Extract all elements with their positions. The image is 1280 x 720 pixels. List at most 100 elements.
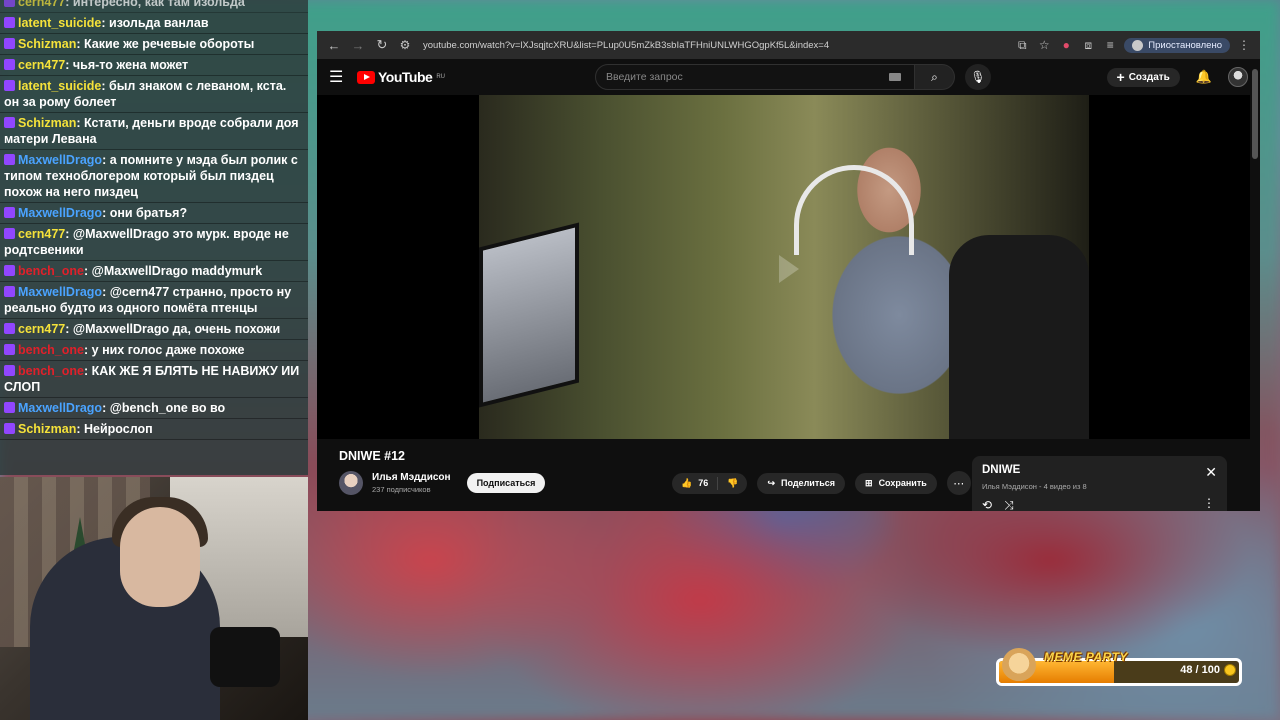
video-player[interactable] bbox=[317, 95, 1250, 439]
channel-name[interactable]: Илья Мэддисон bbox=[372, 472, 451, 483]
chat-separator: : bbox=[84, 264, 92, 278]
like-button[interactable]: 👍 76 bbox=[672, 473, 717, 494]
chat-separator: : bbox=[102, 206, 110, 220]
chat-message: Schizman: Кстати, деньги вроде собрали д… bbox=[0, 113, 308, 150]
more-icon[interactable]: ⋯ bbox=[946, 471, 971, 495]
forward-icon[interactable]: → bbox=[349, 38, 367, 53]
chat-separator: : bbox=[65, 0, 73, 9]
chat-username[interactable]: cern477 bbox=[18, 58, 65, 72]
video-frame[interactable] bbox=[479, 95, 1089, 439]
playlist-panel: DNIWE Илья Мэддисон - 4 видео из 8 ✕ ⟲ ⤨… bbox=[972, 456, 1227, 511]
chat-text: Какие же речевые обороты bbox=[84, 37, 255, 51]
chat-text: у них голос даже похоже bbox=[91, 343, 245, 357]
playlist-meta: Илья Мэддисон - 4 видео из 8 bbox=[982, 482, 1087, 491]
search-input[interactable] bbox=[594, 64, 915, 90]
install-icon[interactable]: ⧉ bbox=[1014, 38, 1030, 53]
chat-separator: : bbox=[84, 364, 92, 378]
chat-text: @MaxwellDrago maddymurk bbox=[91, 264, 263, 278]
keyboard-icon[interactable] bbox=[888, 73, 901, 81]
site-info-icon[interactable]: ⚙ bbox=[397, 38, 413, 52]
chat-text: чья-то жена может bbox=[72, 58, 189, 72]
chat-text: они братья? bbox=[109, 206, 188, 220]
menu-icon[interactable]: ☰ bbox=[329, 67, 351, 87]
chat-username[interactable]: cern477 bbox=[18, 322, 65, 336]
chat-username[interactable]: latent_suicide bbox=[18, 79, 101, 93]
chat-separator: : bbox=[65, 322, 73, 336]
twitch-badge-icon bbox=[4, 154, 15, 165]
chat-username[interactable]: MaxwellDrago bbox=[18, 153, 102, 167]
star-icon[interactable]: ☆ bbox=[1036, 38, 1052, 52]
dislike-button[interactable]: 👎 bbox=[718, 473, 747, 494]
playlist-title[interactable]: DNIWE bbox=[982, 464, 1217, 476]
twitch-badge-icon bbox=[4, 17, 15, 28]
twitch-badge-icon bbox=[4, 207, 15, 218]
chat-text: Нейрослоп bbox=[84, 422, 153, 436]
chat-message: latent_suicide: был знаком с леваном, кс… bbox=[0, 76, 308, 113]
chat-username[interactable]: MaxwellDrago bbox=[18, 285, 102, 299]
search-button[interactable]: ⌕ bbox=[914, 64, 955, 90]
like-count: 76 bbox=[698, 478, 709, 488]
chat-username[interactable]: bench_one bbox=[18, 364, 84, 378]
video-monitor-scene bbox=[479, 222, 579, 408]
bell-icon[interactable]: 🔔 bbox=[1196, 69, 1212, 85]
chat-message: bench_one: @MaxwellDrago maddymurk bbox=[0, 261, 308, 282]
mic-button[interactable]: 🎙 bbox=[964, 64, 991, 90]
stream-chat: cern477: интересно, как там изольда laten… bbox=[0, 0, 308, 475]
chat-username[interactable]: Schizman bbox=[18, 37, 76, 51]
back-icon[interactable]: ← bbox=[325, 38, 343, 53]
chat-username[interactable]: latent_suicide bbox=[18, 16, 101, 30]
reading-list-icon[interactable]: ≡ bbox=[1102, 38, 1118, 52]
chat-username[interactable]: Schizman bbox=[18, 116, 76, 130]
chat-username[interactable]: bench_one bbox=[18, 264, 84, 278]
create-button[interactable]: + Создать bbox=[1106, 67, 1180, 87]
play-overlay-icon[interactable] bbox=[779, 255, 799, 283]
chat-username[interactable]: MaxwellDrago bbox=[18, 401, 102, 415]
youtube-logo[interactable]: YouTube RU bbox=[357, 69, 445, 85]
twitch-badge-icon bbox=[4, 38, 15, 49]
chat-message: cern477: @MaxwellDrago это мурк. вроде н… bbox=[0, 224, 308, 261]
subscribe-button[interactable]: Подписаться bbox=[466, 473, 546, 493]
twitch-badge-icon bbox=[4, 228, 15, 239]
playlist-menu-icon[interactable]: ⋮ bbox=[1203, 496, 1215, 510]
webcam-feed bbox=[0, 477, 308, 720]
chat-message: Schizman: Нейрослоп bbox=[0, 419, 308, 440]
url-field[interactable]: youtube.com/watch?v=lXJsqjtcXRU&list=PLu… bbox=[419, 40, 1008, 51]
account-avatar[interactable] bbox=[1228, 67, 1248, 87]
channel-info: Илья Мэддисон 237 подписчиков bbox=[372, 472, 451, 494]
browser-menu-icon[interactable]: ⋮ bbox=[1236, 38, 1252, 52]
webcam-microphone bbox=[210, 627, 280, 687]
shuffle-icon[interactable]: ⤨ bbox=[1004, 498, 1014, 511]
chat-message: cern477: интересно, как там изольда bbox=[0, 0, 308, 13]
profile-paused-button[interactable]: Приостановлено bbox=[1124, 37, 1230, 53]
share-button[interactable]: ↪ Поделиться bbox=[757, 472, 846, 494]
chat-username[interactable]: Schizman bbox=[18, 422, 76, 436]
twitch-badge-icon bbox=[4, 344, 15, 355]
close-icon[interactable]: ✕ bbox=[1205, 464, 1217, 481]
youtube-logo-text: YouTube bbox=[378, 69, 433, 85]
plus-icon: + bbox=[1116, 69, 1125, 85]
youtube-region: RU bbox=[436, 74, 445, 80]
channel-avatar[interactable] bbox=[339, 471, 363, 495]
extension-badge-icon[interactable]: ● bbox=[1058, 38, 1074, 52]
reload-icon[interactable]: ↻ bbox=[373, 37, 391, 53]
chat-message: MaxwellDrago: они братья? bbox=[0, 203, 308, 224]
chat-username[interactable]: bench_one bbox=[18, 343, 84, 357]
extension-icon[interactable]: ⧈ bbox=[1080, 38, 1096, 53]
save-button[interactable]: ⊞ Сохранить bbox=[855, 472, 937, 494]
share-label: Поделиться bbox=[781, 478, 836, 488]
twitch-badge-icon bbox=[4, 59, 15, 70]
meme-party-label: MEME PARTY bbox=[1044, 650, 1128, 664]
chat-username[interactable]: cern477 bbox=[18, 0, 65, 9]
like-dislike-group: 👍 76 👎 bbox=[672, 472, 748, 494]
create-label: Создать bbox=[1128, 71, 1170, 83]
chat-separator: : bbox=[101, 79, 110, 93]
chat-username[interactable]: MaxwellDrago bbox=[18, 206, 102, 220]
twitch-badge-icon bbox=[4, 117, 15, 128]
chat-separator: : bbox=[102, 401, 110, 415]
chat-message: Schizman: Какие же речевые обороты bbox=[0, 34, 308, 55]
chat-username[interactable]: cern477 bbox=[18, 227, 65, 241]
page-scrollbar[interactable] bbox=[1252, 69, 1258, 159]
playlist-controls: ⟲ ⤨ bbox=[982, 498, 1014, 511]
loop-icon[interactable]: ⟲ bbox=[982, 498, 992, 511]
twitch-badge-icon bbox=[4, 265, 15, 276]
